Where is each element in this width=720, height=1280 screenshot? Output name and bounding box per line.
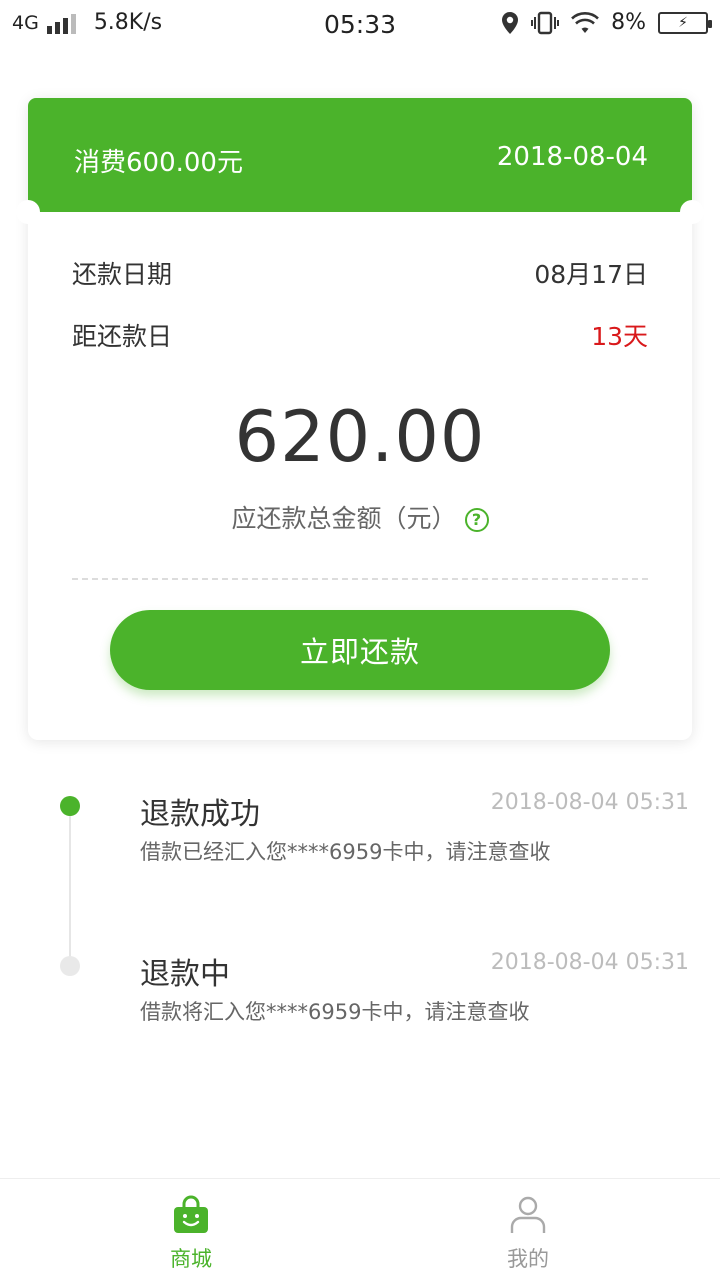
- days-left-value: 13天: [591, 322, 648, 351]
- tab-mine[interactable]: 我的: [428, 1179, 628, 1280]
- repay-date-label: 还款日期: [72, 260, 173, 289]
- status-right: 8% ⚡: [501, 10, 712, 35]
- timeline-time: 2018-08-04 05:31: [490, 790, 689, 815]
- consumption-date: 2018-08-04: [496, 142, 648, 172]
- tab-mine-label: 我的: [507, 1247, 549, 1271]
- bill-card: 消费600.00元 2018-08-04 还款日期 08月17日 距还款日 13…: [16, 98, 704, 740]
- timeline-dot-inactive: [60, 956, 80, 976]
- consumption-amount: 消费600.00元: [74, 148, 243, 178]
- status-bar: 4G 5.8K/s 05:33 8% ⚡: [0, 0, 720, 52]
- tab-shop-label: 商城: [170, 1247, 212, 1271]
- timeline-desc: 借款已经汇入您****6959卡中，请注意查收: [140, 840, 551, 864]
- total-amount-label: 应还款总金额（元）: [231, 504, 457, 533]
- battery-charging-icon: ⚡: [658, 11, 712, 34]
- total-amount: 620.00: [234, 396, 486, 478]
- total-amount-label-row: 应还款总金额（元）?: [28, 499, 692, 535]
- timeline-line: [69, 806, 71, 966]
- divider: [72, 578, 648, 580]
- days-left-label: 距还款日: [72, 322, 173, 351]
- card-header: 消费600.00元 2018-08-04: [28, 98, 692, 212]
- timeline-title: 退款中: [140, 957, 230, 992]
- shop-bag-icon: [172, 1195, 210, 1235]
- timeline-desc: 借款将汇入您****6959卡中，请注意查收: [140, 1000, 530, 1024]
- wifi-icon: [571, 11, 599, 34]
- timeline-dot-active: [60, 796, 80, 816]
- location-icon: [501, 11, 519, 35]
- repay-now-button[interactable]: 立即还款: [110, 610, 610, 690]
- battery-level: 8%: [611, 10, 646, 35]
- repay-date-value: 08月17日: [534, 260, 648, 289]
- timeline-time: 2018-08-04 05:31: [490, 950, 689, 975]
- bottom-tab-bar: 商城 我的: [0, 1178, 720, 1280]
- card-notch-left: [16, 200, 40, 224]
- user-icon: [509, 1195, 547, 1235]
- tab-shop[interactable]: 商城: [91, 1179, 291, 1280]
- question-circle-icon[interactable]: ?: [464, 507, 489, 532]
- card-notch-right: [680, 200, 704, 224]
- vibrate-icon: [531, 11, 560, 35]
- timeline-title: 退款成功: [140, 797, 260, 832]
